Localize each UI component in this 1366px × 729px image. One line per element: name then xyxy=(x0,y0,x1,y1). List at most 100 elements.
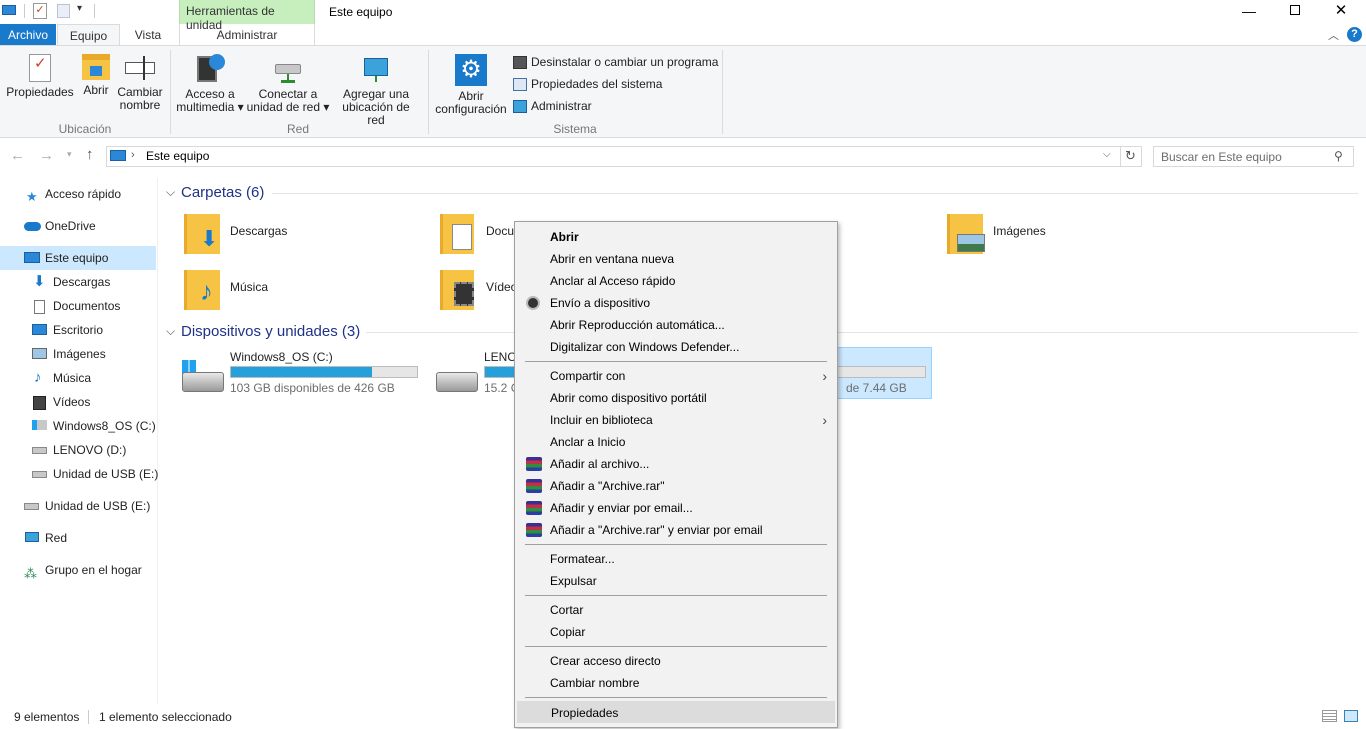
carpetas-chevron-icon[interactable]: ⌵ xyxy=(166,185,175,200)
propiedades-sistema-button[interactable]: Propiedades del sistema xyxy=(513,74,662,94)
nav-musica[interactable]: ♪ Música xyxy=(0,366,156,390)
film-overlay-icon xyxy=(454,282,474,306)
conectar-unidad-red-button[interactable]: Conectar a unidad de red ▾ xyxy=(246,54,330,114)
close-button[interactable]: ✕ xyxy=(1318,0,1364,24)
large-icons-view-icon[interactable] xyxy=(1344,710,1358,722)
menu-anadir-enviar-email[interactable]: Añadir y enviar por email... xyxy=(517,497,835,519)
nav-escritorio[interactable]: Escritorio xyxy=(0,318,156,342)
minimize-button[interactable]: — xyxy=(1226,0,1272,24)
desinstalar-programa-button[interactable]: Desinstalar o cambiar un programa xyxy=(513,52,718,72)
nav-lenovo[interactable]: LENOVO (D:) xyxy=(0,438,156,462)
menu-cortar[interactable]: Cortar xyxy=(517,599,835,621)
menu-windows-defender[interactable]: Digitalizar con Windows Defender... xyxy=(517,336,835,358)
menu-anclar-inicio[interactable]: Anclar a Inicio xyxy=(517,431,835,453)
breadcrumb-chevron-icon[interactable]: › xyxy=(131,149,135,161)
details-view-icon[interactable] xyxy=(1322,710,1337,722)
menu-envio-dispositivo[interactable]: Envío a dispositivo xyxy=(517,292,835,314)
nav-label: Escritorio xyxy=(53,323,104,337)
folder-partial-hidden[interactable] xyxy=(838,214,842,262)
nav-onedrive[interactable]: OneDrive xyxy=(0,214,156,238)
folders-section-header[interactable]: Carpetas (6) xyxy=(181,184,264,201)
devices-section-header[interactable]: Dispositivos y unidades (3) xyxy=(181,323,360,340)
menu-label: Incluir en biblioteca xyxy=(550,413,653,427)
computer-icon[interactable] xyxy=(2,5,16,15)
address-dropdown-icon[interactable]: ⌵ xyxy=(1103,149,1111,160)
search-box[interactable]: Buscar en Este equipo ⚲ xyxy=(1153,146,1354,167)
landscape-overlay-icon xyxy=(957,234,985,252)
menu-compartir-con[interactable]: Compartir con › xyxy=(517,365,835,387)
configuracion-label: configuración xyxy=(435,102,507,116)
tab-equipo[interactable]: Equipo xyxy=(57,24,120,47)
group-separator xyxy=(170,50,171,134)
address-bar[interactable]: › Este equipo ⌵ ↻ xyxy=(106,146,1142,167)
ribbon: ✓ Propiedades Abrir Cambiar nombre Ubica… xyxy=(0,45,1366,138)
item-count: 9 elementos xyxy=(14,710,80,724)
menu-label: Copiar xyxy=(550,625,586,639)
maximize-button[interactable] xyxy=(1272,0,1318,24)
menu-reproduccion-automatica[interactable]: Abrir Reproducción automática... xyxy=(517,314,835,336)
administrar-button[interactable]: Administrar xyxy=(513,96,592,116)
menu-anclar-acceso-rapido[interactable]: Anclar al Acceso rápido xyxy=(517,270,835,292)
cast-device-icon xyxy=(526,296,540,310)
acceso-multimedia-button[interactable]: Acceso a multimedia ▾ xyxy=(176,54,244,114)
qat-dropdown-icon[interactable]: ▾ xyxy=(77,3,82,14)
search-input[interactable]: Buscar en Este equipo xyxy=(1161,150,1282,164)
menu-cambiar-nombre[interactable]: Cambiar nombre xyxy=(517,672,835,694)
menu-crear-acceso-directo[interactable]: Crear acceso directo xyxy=(517,650,835,672)
tab-vista[interactable]: Vista xyxy=(122,24,174,46)
folder-musica[interactable]: ♪ Música xyxy=(184,266,384,314)
computer-icon xyxy=(24,252,40,263)
menu-abrir-ventana-nueva[interactable]: Abrir en ventana nueva xyxy=(517,248,835,270)
search-icon[interactable]: ⚲ xyxy=(1334,149,1343,163)
nav-grupo-hogar[interactable]: ⁂ Grupo en el hogar xyxy=(0,558,156,582)
up-arrow-icon[interactable]: ↑ xyxy=(86,146,94,163)
tab-archivo[interactable]: Archivo xyxy=(0,24,56,46)
menu-incluir-biblioteca[interactable]: Incluir en biblioteca › xyxy=(517,409,835,431)
refresh-icon[interactable]: ↻ xyxy=(1125,148,1136,164)
properties-quick-icon[interactable]: ✓ xyxy=(33,3,47,19)
menu-abrir-dispositivo-portatil[interactable]: Abrir como dispositivo portátil xyxy=(517,387,835,409)
forward-arrow-icon[interactable]: → xyxy=(39,147,54,164)
nav-imagenes[interactable]: Imágenes xyxy=(0,342,156,366)
drive-windows8-os[interactable]: Windows8_OS (C:) 103 GB disponibles de 4… xyxy=(180,348,424,400)
abrir-button[interactable]: Abrir xyxy=(78,54,114,97)
folder-documentos[interactable]: Docu xyxy=(440,210,520,258)
menu-copiar[interactable]: Copiar xyxy=(517,621,835,643)
nombre-label: nombre xyxy=(119,98,161,112)
help-icon[interactable]: ? xyxy=(1347,27,1362,42)
drive-lenovo[interactable]: LENO 15.2 G xyxy=(434,348,514,400)
folder-descargas[interactable]: ⬇ Descargas xyxy=(184,210,384,258)
nav-descargas[interactable]: ⬇ Descargas xyxy=(0,270,156,294)
nav-red[interactable]: Red xyxy=(0,526,156,550)
menu-formatear[interactable]: Formatear... xyxy=(517,548,835,570)
menu-label: Cortar xyxy=(550,603,584,617)
propiedades-button[interactable]: ✓ Propiedades xyxy=(4,54,76,99)
menu-anadir-archive-rar[interactable]: Añadir a "Archive.rar" xyxy=(517,475,835,497)
abrir-configuracion-button[interactable]: ⚙ Abrir configuración xyxy=(434,54,508,116)
menu-expulsar[interactable]: Expulsar xyxy=(517,570,835,592)
menu-anadir-archivo[interactable]: Añadir al archivo... xyxy=(517,453,835,475)
collapse-ribbon-icon[interactable]: ︿ xyxy=(1328,27,1339,43)
nav-usb-e-root[interactable]: Unidad de USB (E:) xyxy=(0,494,156,518)
nav-documentos[interactable]: Documentos xyxy=(0,294,156,318)
menu-abrir[interactable]: Abrir xyxy=(517,226,835,248)
nav-usb-e[interactable]: Unidad de USB (E:) xyxy=(0,462,158,486)
breadcrumb-este-equipo[interactable]: Este equipo xyxy=(146,149,209,163)
folder-videos[interactable]: Vídeo xyxy=(440,266,520,314)
folder-imagenes[interactable]: Imágenes xyxy=(947,210,1147,258)
network-drive-icon xyxy=(273,54,303,84)
devices-chevron-icon[interactable]: ⌵ xyxy=(166,324,175,339)
recent-dropdown-icon[interactable]: ▾ xyxy=(67,149,72,160)
nav-este-equipo[interactable]: Este equipo xyxy=(0,246,156,270)
nav-videos[interactable]: Vídeos xyxy=(0,390,156,414)
agregar-ubicacion-red-button[interactable]: Agregar una ubicación de red xyxy=(332,54,420,127)
menu-separator xyxy=(525,544,827,545)
nav-acceso-rapido[interactable]: ★ Acceso rápido xyxy=(0,182,156,206)
menu-anadir-rar-enviar-email[interactable]: Añadir a "Archive.rar" y enviar por emai… xyxy=(517,519,835,541)
back-arrow-icon[interactable]: ← xyxy=(10,147,25,164)
drive-usb-selected[interactable]: de 7.44 GB xyxy=(838,347,932,399)
cambiar-nombre-button[interactable]: Cambiar nombre xyxy=(116,54,164,112)
new-folder-quick-icon[interactable] xyxy=(57,4,70,18)
nav-windows8-os[interactable]: Windows8_OS (C:) xyxy=(0,414,156,438)
tab-administrar[interactable]: Administrar xyxy=(179,24,315,46)
